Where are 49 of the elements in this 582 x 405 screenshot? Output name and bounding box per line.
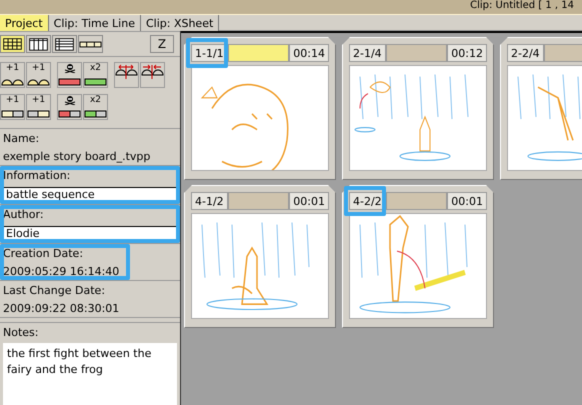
field-label: Notes: xyxy=(3,326,40,339)
shot-duration: 00:14 xyxy=(289,44,329,62)
field-label: Creation Date: xyxy=(3,247,84,260)
add-frame-button[interactable]: +1 xyxy=(26,62,51,88)
view-mode-button[interactable] xyxy=(52,35,77,53)
shot-label[interactable]: 2-1/4 xyxy=(349,44,386,62)
skull-icon xyxy=(64,63,76,73)
notes-area[interactable]: the first fight between the fairy and the frog xyxy=(3,343,177,405)
shot-label[interactable]: 2-2/4 xyxy=(507,44,544,62)
frame-slots-icon xyxy=(27,108,50,119)
add-frame-button[interactable]: +1 xyxy=(26,94,51,120)
shot-duration: 00:01 xyxy=(289,192,329,210)
field-value: 2009:09:22 08:30:01 xyxy=(3,302,120,315)
shot-duration: 00:01 xyxy=(447,192,487,210)
field-label: Author: xyxy=(3,208,45,221)
split-arrows-icon xyxy=(115,63,138,81)
view-mode-button[interactable] xyxy=(78,35,103,53)
frame-slots-icon xyxy=(58,108,81,119)
duplicate-button[interactable]: x2 xyxy=(83,62,108,88)
field-value: 2009:05:29 16:14:40 xyxy=(3,265,120,278)
tab[interactable]: Project xyxy=(0,15,49,31)
strip-view-icon xyxy=(79,40,102,48)
skull-icon xyxy=(64,95,76,105)
frame-slots-icon xyxy=(84,108,107,119)
field-value: exemple story board_.tvpp xyxy=(3,150,152,163)
add-frame-button[interactable]: +1 xyxy=(0,62,25,88)
zoom-button[interactable]: Z xyxy=(150,35,174,53)
merge-arrows-icon xyxy=(141,63,164,81)
clip-title: Clip: Untitled [ 1 , 14 xyxy=(470,0,574,13)
storyboard-card[interactable]: 1-1/1 00:14 xyxy=(184,37,336,180)
storyboard-card[interactable]: 2-2/4 xyxy=(500,37,582,180)
storyboard-card[interactable]: 2-1/4 00:12 xyxy=(342,37,494,180)
shot-label[interactable]: 4-1/2 xyxy=(191,192,228,210)
add-frame-button[interactable]: +1 xyxy=(0,94,25,120)
delete-button[interactable] xyxy=(57,94,82,120)
field-label: Last Change Date: xyxy=(3,284,106,297)
view-mode-button[interactable] xyxy=(26,35,51,53)
shot-duration: 00:12 xyxy=(447,44,487,62)
view-mode-button[interactable] xyxy=(0,35,25,53)
storyboard-card[interactable]: 4-2/2 00:01 xyxy=(342,185,494,328)
field-label: Information: xyxy=(3,169,72,182)
frame-slots-icon xyxy=(58,76,81,87)
frame-slots-icon xyxy=(84,76,107,87)
duplicate-button[interactable]: x2 xyxy=(83,94,108,120)
storyboard-card[interactable]: 4-1/2 00:01 xyxy=(184,185,336,328)
field-label: Name: xyxy=(3,132,40,145)
merge-button[interactable] xyxy=(140,62,165,88)
split-button[interactable] xyxy=(114,62,139,88)
delete-button[interactable] xyxy=(57,62,82,88)
